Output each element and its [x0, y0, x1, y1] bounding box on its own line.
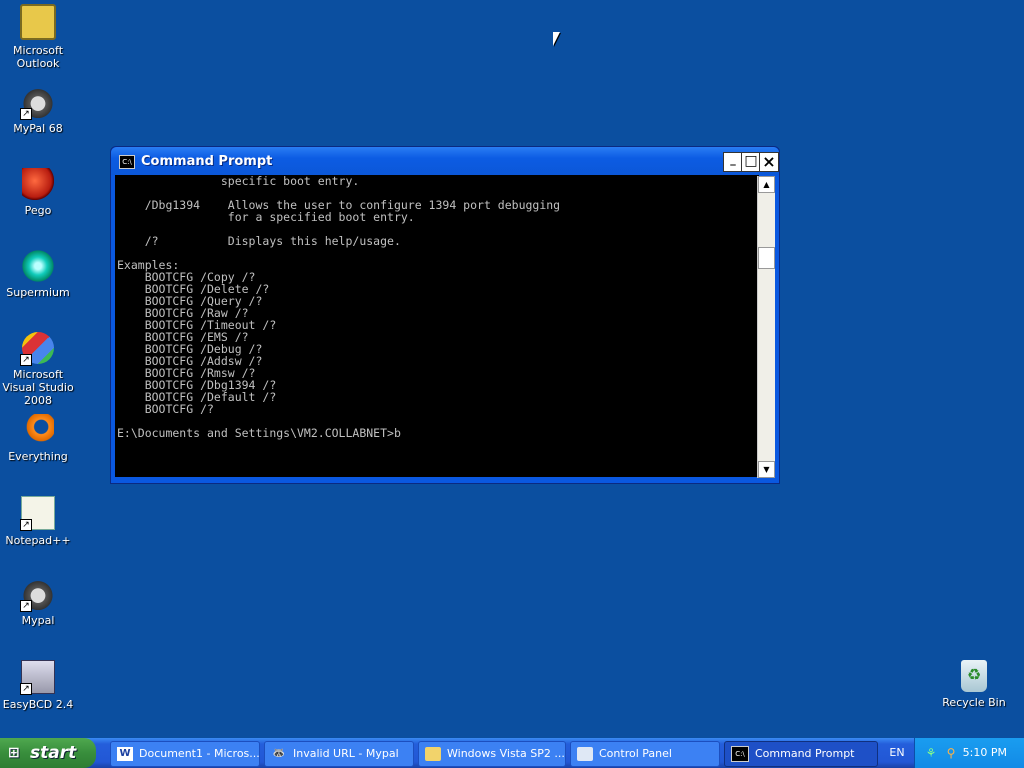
- desktop-icon-label: Notepad++: [5, 534, 71, 547]
- raccoon-icon: 🦝: [272, 748, 286, 759]
- command-prompt-window[interactable]: C:\ Command Prompt _ □ × specific boot e…: [110, 146, 780, 484]
- desktop-icon-notepadpp[interactable]: ↗ Notepad++: [0, 496, 76, 547]
- network-icon[interactable]: ⚘: [923, 745, 939, 761]
- desktop-icon-everything[interactable]: Everything: [0, 414, 76, 463]
- scroll-up-button[interactable]: ▲: [758, 176, 775, 193]
- taskbar-item-windows-vista[interactable]: Windows Vista SP2 ...: [418, 741, 566, 767]
- system-tray: ⚘ ⚲ 5:10 PM: [914, 738, 1024, 768]
- start-button[interactable]: ⊞ start: [0, 738, 96, 768]
- language-indicator[interactable]: EN: [880, 738, 914, 768]
- clock[interactable]: 5:10 PM: [963, 738, 1007, 768]
- cmd-icon: C:\: [119, 155, 135, 169]
- start-label: start: [30, 743, 77, 763]
- control-panel-icon: [577, 747, 593, 761]
- desktop-icon-recycle-bin[interactable]: ♻ Recycle Bin: [936, 660, 1012, 709]
- desktop-icon-label: Mypal: [21, 614, 55, 627]
- notepadpp-icon: ↗: [20, 496, 55, 531]
- raccoon-icon: ↗: [20, 578, 54, 612]
- title-bar[interactable]: C:\ Command Prompt _ □ ×: [111, 147, 779, 175]
- taskbar: ⊞ start W Document1 - Micros... 🦝 Invalid …: [0, 738, 1024, 768]
- desktop-icon-label: Pego: [24, 204, 52, 217]
- desktop-icon-label: Everything: [8, 450, 68, 463]
- desktop-icon-label: MyPal 68: [13, 122, 63, 135]
- supermium-icon: [22, 250, 54, 282]
- outlook-icon: [20, 4, 56, 40]
- desktop-icon-outlook[interactable]: Microsoft Outlook: [0, 4, 76, 70]
- desktop-icon-mypal68[interactable]: ↗ MyPal 68: [0, 86, 76, 135]
- scroll-down-button[interactable]: ▼: [758, 461, 775, 478]
- desktop-icon-label: Recycle Bin: [942, 696, 1006, 709]
- close-button[interactable]: ×: [759, 152, 779, 172]
- minimize-button[interactable]: _: [723, 152, 743, 172]
- vertical-scrollbar[interactable]: ▲ ▼: [757, 176, 775, 478]
- maximize-button[interactable]: □: [741, 152, 761, 172]
- scroll-thumb[interactable]: [758, 247, 775, 269]
- cmd-icon: C:\: [731, 746, 749, 762]
- taskbar-item-command-prompt[interactable]: C:\ Command Prompt: [724, 741, 878, 767]
- word-icon: W: [117, 747, 133, 761]
- desktop-icon-easybcd[interactable]: ↗ EasyBCD 2.4: [0, 660, 76, 711]
- recycle-bin-icon: ♻: [961, 660, 987, 692]
- desktop-icon-label: Microsoft Outlook: [12, 44, 64, 70]
- raccoon-icon: ↗: [20, 86, 54, 120]
- taskbar-item-label: Command Prompt: [755, 747, 855, 760]
- visual-studio-icon: ↗: [20, 332, 54, 366]
- taskbar-item-label: Windows Vista SP2 ...: [447, 747, 565, 760]
- desktop-icon-visual-studio[interactable]: ↗ Microsoft Visual Studio 2008: [0, 332, 76, 407]
- taskbar-item-label: Document1 - Micros...: [139, 747, 260, 760]
- desktop-icon-pego[interactable]: Pego: [0, 168, 76, 217]
- desktop-icon-label: Microsoft Visual Studio 2008: [2, 368, 74, 407]
- windows-flag-icon: ⊞: [8, 745, 20, 761]
- easybcd-icon: ↗: [20, 660, 55, 695]
- desktop-icon-supermium[interactable]: Supermium: [0, 250, 76, 299]
- desktop-icon-label: EasyBCD 2.4: [2, 698, 74, 711]
- desktop: Microsoft Outlook ↗ MyPal 68 Pego Superm…: [0, 0, 1024, 738]
- everything-icon: [22, 414, 54, 446]
- mouse-cursor-icon: [553, 32, 560, 46]
- desktop-icon-label: Supermium: [6, 286, 70, 299]
- folder-icon: [425, 747, 441, 761]
- taskbar-item-control-panel[interactable]: Control Panel: [570, 741, 720, 767]
- window-title: Command Prompt: [141, 154, 273, 169]
- pego-icon: [22, 168, 54, 200]
- desktop-icon-mypal[interactable]: ↗ Mypal: [0, 578, 76, 627]
- taskbar-item-label: Invalid URL - Mypal: [293, 747, 399, 760]
- console-output[interactable]: specific boot entry. /Dbg1394 Allows the…: [115, 175, 759, 477]
- taskbar-item-label: Control Panel: [599, 747, 672, 760]
- taskbar-item-mypal[interactable]: 🦝 Invalid URL - Mypal: [264, 741, 414, 767]
- search-icon[interactable]: ⚲: [943, 745, 959, 761]
- taskbar-item-document1[interactable]: W Document1 - Micros...: [110, 741, 260, 767]
